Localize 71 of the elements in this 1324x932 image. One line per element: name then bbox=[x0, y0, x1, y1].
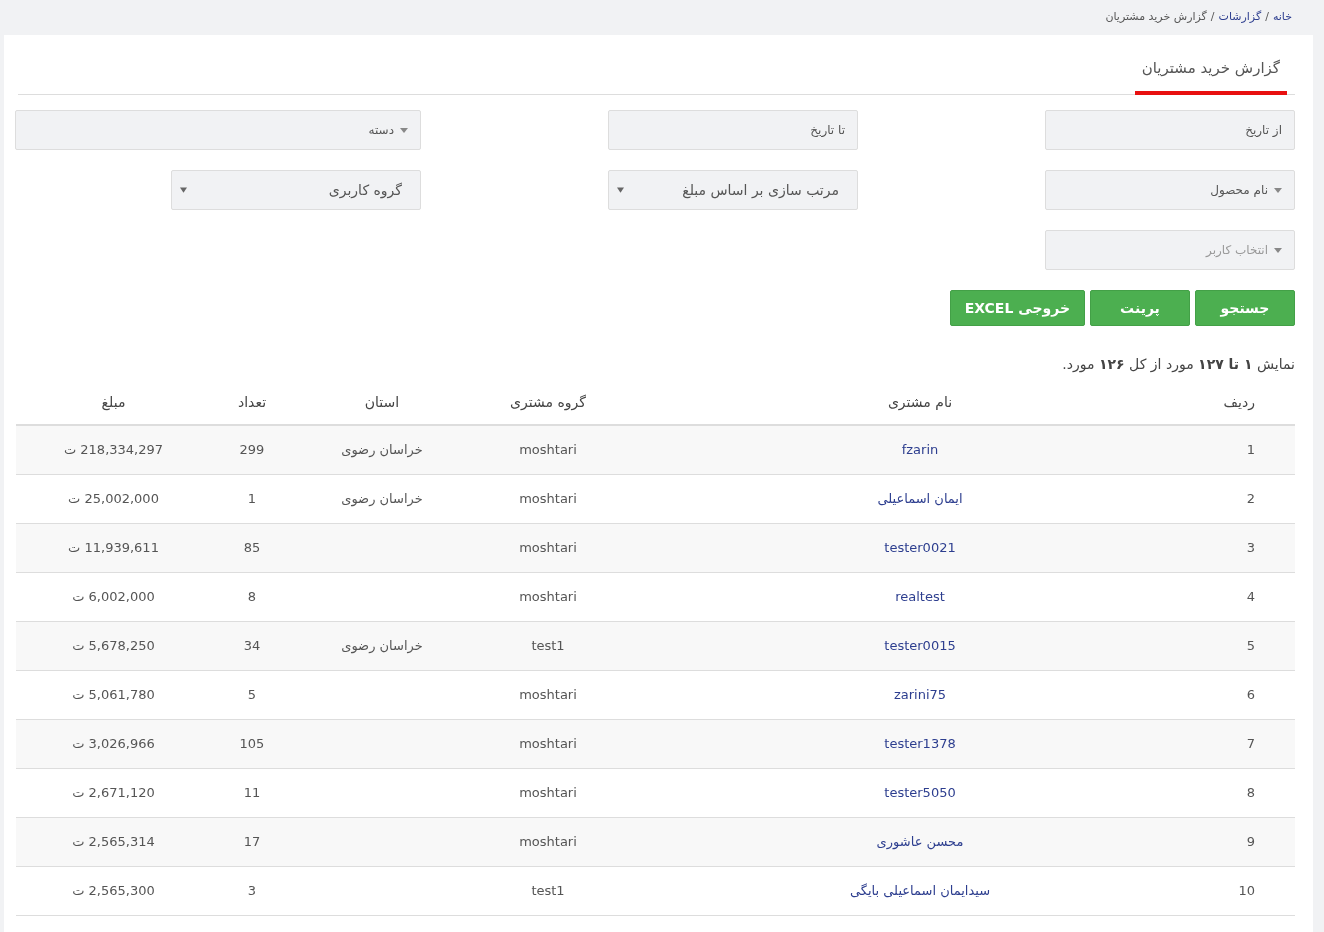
table-cell: خراسان رضوی bbox=[293, 621, 471, 670]
result-summary: نمایش ۱ تا ۱۲۷ مورد از کل ۱۲۶ مورد. bbox=[1061, 355, 1295, 375]
table-cell: moshtari bbox=[471, 670, 625, 719]
table-cell: 5 bbox=[211, 670, 293, 719]
table-cell: 1 bbox=[211, 474, 293, 523]
table-cell: 105 bbox=[211, 719, 293, 768]
table-cell: 9 bbox=[1215, 817, 1295, 866]
table-cell: moshtari bbox=[471, 523, 625, 572]
table-cell: 6 bbox=[1215, 670, 1295, 719]
table-cell: 5,061,780 ت bbox=[16, 670, 211, 719]
table-cell: 3,026,966 ت bbox=[16, 719, 211, 768]
table-cell: 6,002,000 ت bbox=[16, 572, 211, 621]
customer-link[interactable]: محسن عاشوری bbox=[876, 833, 964, 849]
caret-icon bbox=[180, 187, 187, 193]
table-cell: 8 bbox=[211, 572, 293, 621]
table-cell: خراسان رضوی bbox=[293, 425, 471, 474]
table-cell: 25,002,000 ت bbox=[16, 474, 211, 523]
table-cell: 11,939,611 ت bbox=[16, 523, 211, 572]
table-cell: 2,565,314 ت bbox=[16, 817, 211, 866]
table-cell: 1 bbox=[1215, 425, 1295, 474]
table-cell: 3 bbox=[1215, 523, 1295, 572]
report-tab[interactable]: گزارش خرید مشتریان bbox=[1134, 56, 1287, 95]
table-cell: 2,565,300 ت bbox=[16, 866, 211, 915]
breadcrumb-link[interactable]: گزارشات bbox=[1218, 9, 1262, 26]
caret-icon bbox=[1274, 187, 1282, 193]
customer-link[interactable]: سیدایمان اسماعیلی بایگی bbox=[849, 882, 991, 898]
select-field[interactable]: مرتب سازی بر اساس مبلغ bbox=[608, 170, 858, 210]
table-cell: 3 bbox=[211, 866, 293, 915]
table-cell: 5,678,250 ت bbox=[16, 621, 211, 670]
table-cell: 2 bbox=[1215, 474, 1295, 523]
breadcrumb-link[interactable]: خانه bbox=[1272, 9, 1292, 26]
caret-icon bbox=[617, 187, 624, 193]
customer-link[interactable]: realtest bbox=[895, 588, 945, 604]
caret-icon bbox=[1274, 247, 1282, 253]
select-field[interactable]: نام محصول bbox=[1045, 170, 1295, 210]
select-field[interactable]: دسته bbox=[15, 110, 421, 150]
table-cell: test1 bbox=[471, 866, 625, 915]
table-cell: 11 bbox=[211, 768, 293, 817]
date-field[interactable]: تا تاریخ bbox=[608, 110, 858, 150]
table-cell: 85 bbox=[211, 523, 293, 572]
table-cell: 5 bbox=[1215, 621, 1295, 670]
customer-link[interactable]: tester0015 bbox=[884, 637, 956, 653]
table-cell: 299 bbox=[211, 425, 293, 474]
table-cell: 10 bbox=[1215, 866, 1295, 915]
table-cell: moshtari bbox=[471, 817, 625, 866]
date-field[interactable]: از تاریخ bbox=[1045, 110, 1295, 150]
select-field[interactable]: گروه کاربری bbox=[171, 170, 421, 210]
customer-link[interactable]: tester0021 bbox=[884, 539, 956, 555]
table-cell: خراسان رضوی bbox=[293, 474, 471, 523]
customer-link[interactable]: ایمان اسماعیلی bbox=[877, 490, 963, 506]
breadcrumb-separator: / bbox=[1210, 9, 1215, 26]
customer-link[interactable]: fzarin bbox=[901, 442, 939, 457]
table-cell: 4 bbox=[1215, 572, 1295, 621]
table-cell: 17 bbox=[211, 817, 293, 866]
table-cell: moshtari bbox=[471, 719, 625, 768]
table-cell: 218,334,297 ت bbox=[16, 425, 211, 474]
table-cell: 7 bbox=[1215, 719, 1295, 768]
customer-link[interactable]: tester1378 bbox=[884, 735, 956, 751]
table-cell: moshtari bbox=[471, 768, 625, 817]
breadcrumb-current: گزارش خرید مشتریان bbox=[1105, 9, 1207, 26]
table-cell: moshtari bbox=[471, 572, 625, 621]
customer-link[interactable]: zarini75 bbox=[893, 686, 947, 702]
table-cell: moshtari bbox=[471, 425, 625, 474]
table-cell: 8 bbox=[1215, 768, 1295, 817]
table-cell: 2,671,120 ت bbox=[16, 768, 211, 817]
breadcrumb-separator: / bbox=[1265, 9, 1269, 26]
table-cell: 34 bbox=[211, 621, 293, 670]
table-cell: moshtari bbox=[471, 474, 625, 523]
table-cell: test1 bbox=[471, 621, 625, 670]
caret-icon bbox=[400, 127, 408, 133]
customer-link[interactable]: tester5050 bbox=[884, 784, 956, 800]
